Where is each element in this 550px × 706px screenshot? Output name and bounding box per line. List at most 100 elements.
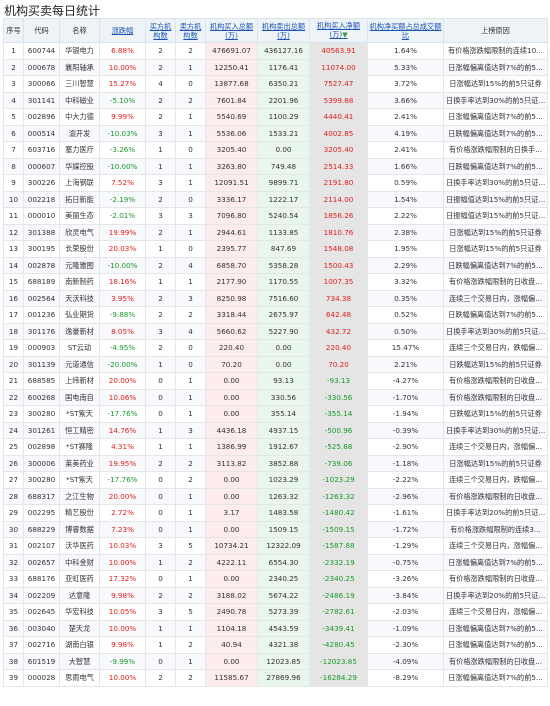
cell-stock-name[interactable]: 上海钢联: [59, 174, 100, 192]
cell-stock-name[interactable]: 思雨电气: [59, 669, 100, 687]
cell-stock-name[interactable]: 博睿数据: [59, 520, 100, 538]
cell-stock-name[interactable]: 中科金财: [59, 553, 100, 571]
cell-stock-name[interactable]: 华媒控股: [59, 157, 100, 175]
cell-reason[interactable]: 日跌幅达到15%的前5只证券: [443, 355, 548, 373]
cell-reason[interactable]: 日振幅值达到15%的前5只证...: [443, 190, 548, 208]
cell-reason[interactable]: 日振幅值达到15%的前5只证...: [443, 207, 548, 225]
cell-reason[interactable]: 日涨幅达到15%的前5只证券: [443, 223, 548, 241]
cell-reason[interactable]: 有价格涨跌幅限制的日收盘...: [443, 570, 548, 588]
cell-stock-name[interactable]: 天沃科技: [59, 289, 100, 307]
cell-reason[interactable]: 日换手率达到20%的前5只证...: [443, 586, 548, 604]
cell-code[interactable]: 688317: [23, 487, 60, 505]
cell-stock-name[interactable]: 渝开发: [59, 124, 100, 142]
cell-stock-name[interactable]: 达意隆: [59, 586, 100, 604]
cell-reason[interactable]: 有价格涨跌幅限制的日收盘...: [443, 372, 548, 390]
cell-code[interactable]: 000903: [23, 339, 60, 357]
cell-code[interactable]: 301176: [23, 322, 60, 340]
cell-stock-name[interactable]: 塞力医疗: [59, 141, 100, 159]
cell-reason[interactable]: 连续三个交易日内，涨幅偏...: [443, 289, 548, 307]
cell-code[interactable]: 600744: [23, 42, 60, 60]
cell-code[interactable]: 000028: [23, 669, 60, 687]
cell-stock-name[interactable]: 上纬新材: [59, 372, 100, 390]
cell-stock-name[interactable]: 大智慧: [59, 652, 100, 670]
cell-stock-name[interactable]: 三川智慧: [59, 75, 100, 93]
cell-reason[interactable]: 连续三个交易日内，涨幅偏...: [443, 537, 548, 555]
cell-stock-name[interactable]: 华银电力: [59, 42, 100, 60]
cell-reason[interactable]: 有价格涨跌幅限制的连续10...: [443, 42, 548, 60]
cell-code[interactable]: 300006: [23, 454, 60, 472]
cell-stock-name[interactable]: 华宏科技: [59, 603, 100, 621]
cell-code[interactable]: 688585: [23, 372, 60, 390]
cell-reason[interactable]: 连续三个交易日内，涨幅偏...: [443, 603, 548, 621]
cell-code[interactable]: 301388: [23, 223, 60, 241]
cell-reason[interactable]: 连续三个交易日内，涨幅偏...: [443, 438, 548, 456]
cell-reason[interactable]: 日涨幅偏离值达到7%的前5...: [443, 669, 548, 687]
cell-stock-name[interactable]: 莱美药业: [59, 454, 100, 472]
cell-reason[interactable]: 有价格涨跌幅限制的连续3...: [443, 520, 548, 538]
cell-stock-name[interactable]: 湖南白银: [59, 636, 100, 654]
cell-reason[interactable]: 日涨幅达到15%的前5只证券: [443, 454, 548, 472]
cell-code[interactable]: 003040: [23, 619, 60, 637]
cell-stock-name[interactable]: 精艺股份: [59, 504, 100, 522]
cell-stock-name[interactable]: 美丽生态: [59, 207, 100, 225]
cell-stock-name[interactable]: 亚虹医药: [59, 570, 100, 588]
cell-reason[interactable]: 日涨幅偏离值达到7%的前5...: [443, 108, 548, 126]
cell-code[interactable]: 002898: [23, 438, 60, 456]
header-change-sort[interactable]: 涨跌幅: [99, 18, 146, 43]
cell-code[interactable]: 301139: [23, 355, 60, 373]
cell-stock-name[interactable]: 之江生物: [59, 487, 100, 505]
cell-code[interactable]: 301261: [23, 421, 60, 439]
cell-reason[interactable]: 日涨幅偏离值达到7%的前5...: [443, 58, 548, 76]
cell-code[interactable]: 300226: [23, 174, 60, 192]
cell-stock-name[interactable]: 元隆雅图: [59, 256, 100, 274]
cell-code[interactable]: 300280: [23, 471, 60, 489]
cell-stock-name[interactable]: 元道通信: [59, 355, 100, 373]
cell-code[interactable]: 002645: [23, 603, 60, 621]
cell-reason[interactable]: 日跌幅偏离值达到7%的前5...: [443, 124, 548, 142]
cell-stock-name[interactable]: 沃华医药: [59, 537, 100, 555]
cell-code[interactable]: 300280: [23, 405, 60, 423]
cell-reason[interactable]: 日涨幅偏离值达到7%的前5...: [443, 553, 548, 571]
cell-stock-name[interactable]: 楚天龙: [59, 619, 100, 637]
cell-stock-name[interactable]: 逸豪新材: [59, 322, 100, 340]
cell-reason[interactable]: 日涨幅达到15%的前5只证券: [443, 240, 548, 258]
cell-stock-name[interactable]: 恒工精密: [59, 421, 100, 439]
cell-code[interactable]: 688189: [23, 273, 60, 291]
cell-stock-name[interactable]: 襄阳轴承: [59, 58, 100, 76]
cell-reason[interactable]: 有价格涨跌幅限制的日收盘...: [443, 487, 548, 505]
cell-reason[interactable]: 日涨幅偏离值达到7%的前5...: [443, 636, 548, 654]
cell-reason[interactable]: 连续三个交易日内，跌幅偏...: [443, 471, 548, 489]
cell-code[interactable]: 002295: [23, 504, 60, 522]
cell-code[interactable]: 002218: [23, 190, 60, 208]
cell-stock-name[interactable]: 国电南自: [59, 388, 100, 406]
cell-code[interactable]: 002107: [23, 537, 60, 555]
cell-reason[interactable]: 日涨幅偏离值达到7%的前5...: [443, 619, 548, 637]
cell-code[interactable]: 002896: [23, 108, 60, 126]
cell-stock-name[interactable]: *ST赛隆: [59, 438, 100, 456]
header-ratio-sort[interactable]: 机构净买额占总成交额比: [367, 18, 444, 43]
cell-code[interactable]: 301141: [23, 91, 60, 109]
cell-reason[interactable]: 日涨幅达到15%的前5只证券: [443, 75, 548, 93]
cell-reason[interactable]: 有价格涨跌幅限制的日换手...: [443, 141, 548, 159]
cell-reason[interactable]: 日换手率达到30%的前5只证...: [443, 91, 548, 109]
cell-code[interactable]: 300066: [23, 75, 60, 93]
cell-reason[interactable]: 有价格涨跌幅限制的日收盘...: [443, 273, 548, 291]
cell-code[interactable]: 000010: [23, 207, 60, 225]
header-buy-count-sort[interactable]: 买方机构数: [145, 18, 176, 43]
cell-code[interactable]: 001236: [23, 306, 60, 324]
cell-stock-name[interactable]: 长荣股份: [59, 240, 100, 258]
header-net-amount-sort[interactable]: 机构买入净额(万)▼: [309, 18, 368, 43]
cell-stock-name[interactable]: *ST紫天: [59, 405, 100, 423]
cell-code[interactable]: 002878: [23, 256, 60, 274]
cell-reason[interactable]: 有价格涨跌幅限制的日收盘...: [443, 388, 548, 406]
cell-stock-name[interactable]: 弘业期货: [59, 306, 100, 324]
cell-code[interactable]: 000607: [23, 157, 60, 175]
cell-stock-name[interactable]: ST云动: [59, 339, 100, 357]
cell-stock-name[interactable]: 中大力德: [59, 108, 100, 126]
cell-reason[interactable]: 日换手率达到30%的前5只证...: [443, 174, 548, 192]
cell-reason[interactable]: 日换手率达到30%的前5只证...: [443, 322, 548, 340]
cell-code[interactable]: 002564: [23, 289, 60, 307]
cell-reason[interactable]: 日跌幅偏离值达到7%的前5...: [443, 306, 548, 324]
cell-reason[interactable]: 日跌幅偏离值达到7%的前5...: [443, 157, 548, 175]
cell-code[interactable]: 688229: [23, 520, 60, 538]
